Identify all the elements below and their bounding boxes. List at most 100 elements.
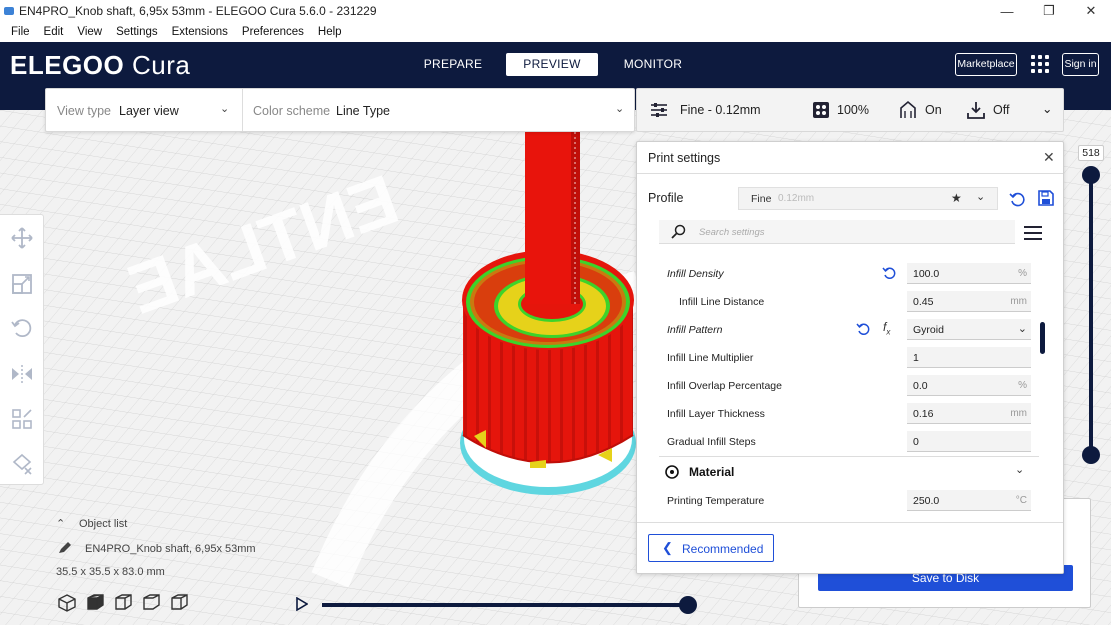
tab-preview[interactable]: PREVIEW bbox=[506, 53, 598, 76]
reset-icon[interactable] bbox=[882, 266, 896, 280]
search-settings-input[interactable]: Search settings bbox=[659, 220, 1015, 244]
color-scheme-select[interactable]: Line Type bbox=[336, 104, 390, 118]
elegoo-cura-logo: ELEGOO Cura bbox=[10, 50, 190, 81]
recommended-label: Recommended bbox=[682, 542, 764, 556]
setting-value: Gyroid bbox=[913, 324, 944, 336]
setting-label: Infill Density bbox=[667, 268, 724, 280]
menu-settings[interactable]: Settings bbox=[109, 26, 165, 38]
color-scheme-label: Color scheme bbox=[253, 104, 331, 118]
setting-unit: mm bbox=[1010, 296, 1027, 307]
menu-file[interactable]: File bbox=[4, 26, 37, 38]
menu-extensions[interactable]: Extensions bbox=[165, 26, 235, 38]
close-icon[interactable]: ✕ bbox=[1043, 149, 1055, 166]
setting-value-field[interactable]: 100.0 % bbox=[907, 263, 1031, 284]
infill-pattern-select[interactable]: Gyroid ⌄ bbox=[907, 319, 1031, 340]
reset-icon[interactable] bbox=[856, 322, 870, 336]
view-type-select[interactable]: Layer view bbox=[119, 104, 179, 118]
apps-grid-icon[interactable] bbox=[1031, 55, 1049, 73]
print-settings-header: Print settings ✕ bbox=[637, 142, 1063, 174]
profile-select[interactable]: Fine 0.12mm ★ ⌄ bbox=[738, 187, 998, 210]
layer-slider-track[interactable] bbox=[1089, 175, 1093, 455]
star-icon[interactable]: ★ bbox=[951, 191, 962, 205]
adhesion-icon bbox=[967, 102, 985, 119]
setting-label: Infill Overlap Percentage bbox=[667, 380, 782, 392]
setting-label: Infill Layer Thickness bbox=[667, 408, 765, 420]
scale-tool-icon[interactable] bbox=[11, 273, 33, 295]
setting-value: 1 bbox=[913, 352, 919, 364]
tab-prepare[interactable]: PREPARE bbox=[412, 53, 494, 76]
profile-summary: Fine - 0.12mm bbox=[680, 103, 761, 117]
chevron-down-icon[interactable]: ⌄ bbox=[220, 102, 229, 115]
sliders-icon bbox=[651, 103, 667, 117]
search-placeholder: Search settings bbox=[699, 227, 765, 238]
formula-x: x bbox=[886, 327, 891, 337]
object-name: EN4PRO_Knob shaft, 6,95x 53mm bbox=[85, 543, 256, 555]
menu-edit[interactable]: Edit bbox=[37, 26, 71, 38]
signin-button[interactable]: Sign in bbox=[1062, 53, 1099, 76]
rotate-tool-icon[interactable] bbox=[11, 317, 33, 339]
setting-value-field[interactable]: 0.0 % bbox=[907, 375, 1031, 396]
move-tool-icon[interactable] bbox=[11, 227, 33, 249]
menu-preferences[interactable]: Preferences bbox=[235, 26, 311, 38]
profile-name: Fine bbox=[751, 193, 772, 205]
setting-unit: % bbox=[1018, 380, 1027, 391]
restore-button[interactable]: ❐ bbox=[1029, 0, 1069, 22]
setting-value-field[interactable]: 0 bbox=[907, 431, 1031, 452]
search-icon bbox=[671, 224, 686, 239]
divider bbox=[242, 89, 243, 131]
title-bar: EN4PRO_Knob shaft, 6,95x 53mm - ELEGOO C… bbox=[0, 0, 1111, 22]
mirror-tool-icon[interactable] bbox=[11, 363, 33, 385]
chevron-up-icon[interactable]: ⌃ bbox=[56, 517, 65, 530]
chevron-down-icon[interactable]: ⌄ bbox=[615, 102, 624, 115]
recommended-button[interactable]: ❮ Recommended bbox=[648, 534, 774, 562]
setting-label: Printing Temperature bbox=[667, 495, 765, 507]
setting-row: Printing Temperature 250.0 °C bbox=[637, 487, 1037, 515]
setting-unit: °C bbox=[1015, 495, 1027, 506]
pencil-icon[interactable] bbox=[58, 542, 72, 554]
print-settings-title: Print settings bbox=[648, 151, 721, 165]
camera-view-buttons[interactable] bbox=[58, 594, 194, 612]
setting-value: 100.0 bbox=[913, 268, 940, 280]
setting-value: 0.0 bbox=[913, 380, 928, 392]
menu-view[interactable]: View bbox=[70, 26, 109, 38]
setting-value-field[interactable]: 0.45 mm bbox=[907, 291, 1031, 312]
support-blocker-icon[interactable] bbox=[11, 453, 33, 475]
per-model-settings-icon[interactable] bbox=[11, 408, 33, 430]
infill-summary: 100% bbox=[837, 103, 869, 117]
setting-value: 250.0 bbox=[913, 495, 940, 507]
marketplace-button[interactable]: Marketplace bbox=[955, 53, 1017, 76]
settings-menu-icon[interactable] bbox=[1024, 226, 1042, 240]
profile-layer-height: 0.12mm bbox=[778, 193, 815, 204]
object-dimensions: 35.5 x 35.5 x 83.0 mm bbox=[56, 566, 165, 578]
tab-monitor[interactable]: MONITOR bbox=[612, 53, 694, 76]
print-setup-bar[interactable]: Fine - 0.12mm 100% On Off ⌄ bbox=[636, 88, 1064, 132]
minimize-button[interactable]: — bbox=[987, 0, 1027, 22]
close-window-button[interactable]: ✕ bbox=[1071, 0, 1111, 22]
path-slider-handle[interactable] bbox=[679, 596, 697, 614]
setting-value-field[interactable]: 0.16 mm bbox=[907, 403, 1031, 424]
formula-icon[interactable]: fx bbox=[883, 320, 890, 336]
chevron-down-icon[interactable]: ⌄ bbox=[976, 190, 985, 203]
settings-scrollbar-thumb[interactable] bbox=[1040, 322, 1045, 354]
setting-value-field[interactable]: 250.0 °C bbox=[907, 490, 1031, 511]
chevron-down-icon[interactable]: ⌄ bbox=[1042, 101, 1052, 116]
save-profile-icon[interactable] bbox=[1038, 190, 1054, 206]
menu-bar: File Edit View Settings Extensions Prefe… bbox=[0, 22, 1111, 42]
object-list-title[interactable]: Object list bbox=[79, 518, 127, 530]
play-icon[interactable] bbox=[296, 597, 308, 611]
menu-help[interactable]: Help bbox=[311, 26, 349, 38]
reset-profile-icon[interactable] bbox=[1009, 191, 1025, 207]
adhesion-summary: Off bbox=[993, 103, 1010, 117]
layer-top-value[interactable]: 518 bbox=[1078, 145, 1104, 161]
setting-label: Gradual Infill Steps bbox=[667, 436, 756, 448]
material-section-header[interactable]: Material ⌄ bbox=[659, 456, 1039, 486]
setting-unit: mm bbox=[1010, 408, 1027, 419]
layer-top-handle[interactable] bbox=[1082, 166, 1100, 184]
path-slider-track[interactable] bbox=[322, 603, 688, 607]
settings-list[interactable]: Infill Density 100.0 % Infill Line Dista… bbox=[637, 260, 1063, 522]
layer-bottom-handle[interactable] bbox=[1082, 446, 1100, 464]
setting-row: Infill Line Multiplier 1 bbox=[637, 344, 1037, 372]
view-options-bar: View type Layer view ⌄ Color scheme Line… bbox=[45, 88, 635, 132]
chevron-down-icon[interactable]: ⌄ bbox=[1015, 463, 1024, 476]
setting-value-field[interactable]: 1 bbox=[907, 347, 1031, 368]
